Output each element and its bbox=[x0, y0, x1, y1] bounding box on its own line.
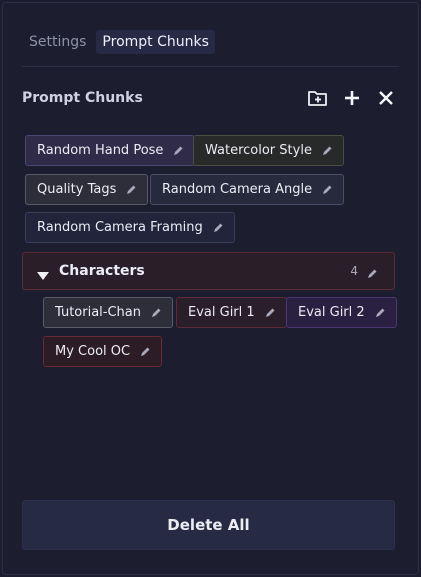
edit-pencil-icon[interactable] bbox=[321, 145, 333, 157]
edit-pencil-icon[interactable] bbox=[212, 222, 224, 234]
delete-all-button[interactable]: Delete All bbox=[22, 500, 395, 550]
chunk-watercolor-style[interactable]: Watercolor Style bbox=[193, 135, 344, 166]
chunk-label: Tutorial-Chan bbox=[55, 305, 142, 320]
chunk-label: Eval Girl 2 bbox=[298, 305, 365, 320]
chunk-random-hand-pose[interactable]: Random Hand Pose bbox=[25, 135, 196, 166]
tab-settings[interactable]: Settings bbox=[25, 30, 90, 54]
edit-pencil-icon[interactable] bbox=[139, 346, 151, 358]
edit-pencil-icon[interactable] bbox=[366, 265, 378, 284]
chunk-my-cool-oc[interactable]: My Cool OC bbox=[43, 336, 163, 367]
edit-pencil-icon[interactable] bbox=[264, 307, 276, 319]
edit-pencil-icon[interactable] bbox=[150, 307, 162, 319]
chunk-tutorial-chan[interactable]: Tutorial-Chan bbox=[43, 297, 174, 328]
caret-down-icon[interactable] bbox=[36, 266, 50, 285]
group-characters[interactable]: Characters 4 bbox=[22, 252, 395, 290]
chunk-random-camera-angle[interactable]: Random Camera Angle bbox=[150, 174, 345, 205]
chunk-label: Watercolor Style bbox=[205, 143, 312, 158]
edit-pencil-icon[interactable] bbox=[172, 145, 184, 157]
tab-bar: Settings Prompt Chunks bbox=[25, 30, 221, 54]
chunk-quality-tags[interactable]: Quality Tags bbox=[25, 174, 149, 205]
chunk-label: Eval Girl 1 bbox=[188, 305, 255, 320]
edit-pencil-icon[interactable] bbox=[125, 184, 137, 196]
group-name: Characters bbox=[59, 263, 145, 279]
chunk-eval-girl-1[interactable]: Eval Girl 1 bbox=[176, 297, 287, 328]
group-count: 4 bbox=[350, 264, 358, 278]
tab-prompt-chunks[interactable]: Prompt Chunks bbox=[96, 30, 215, 54]
chunk-label: Random Camera Framing bbox=[37, 220, 203, 235]
folder-plus-icon[interactable] bbox=[307, 87, 329, 109]
edit-pencil-icon[interactable] bbox=[374, 307, 386, 319]
chunk-random-camera-framing[interactable]: Random Camera Framing bbox=[25, 212, 235, 243]
chunk-label: Quality Tags bbox=[37, 182, 117, 197]
chunk-label: Random Camera Angle bbox=[162, 182, 313, 197]
plus-icon[interactable] bbox=[341, 87, 363, 109]
chunk-eval-girl-2[interactable]: Eval Girl 2 bbox=[286, 297, 397, 328]
close-icon[interactable] bbox=[375, 87, 397, 109]
divider bbox=[22, 66, 399, 67]
section-title: Prompt Chunks bbox=[22, 90, 143, 106]
chunk-label: Random Hand Pose bbox=[37, 143, 164, 158]
chunk-label: My Cool OC bbox=[55, 344, 131, 359]
edit-pencil-icon[interactable] bbox=[321, 184, 333, 196]
section-toolbar bbox=[307, 87, 397, 109]
